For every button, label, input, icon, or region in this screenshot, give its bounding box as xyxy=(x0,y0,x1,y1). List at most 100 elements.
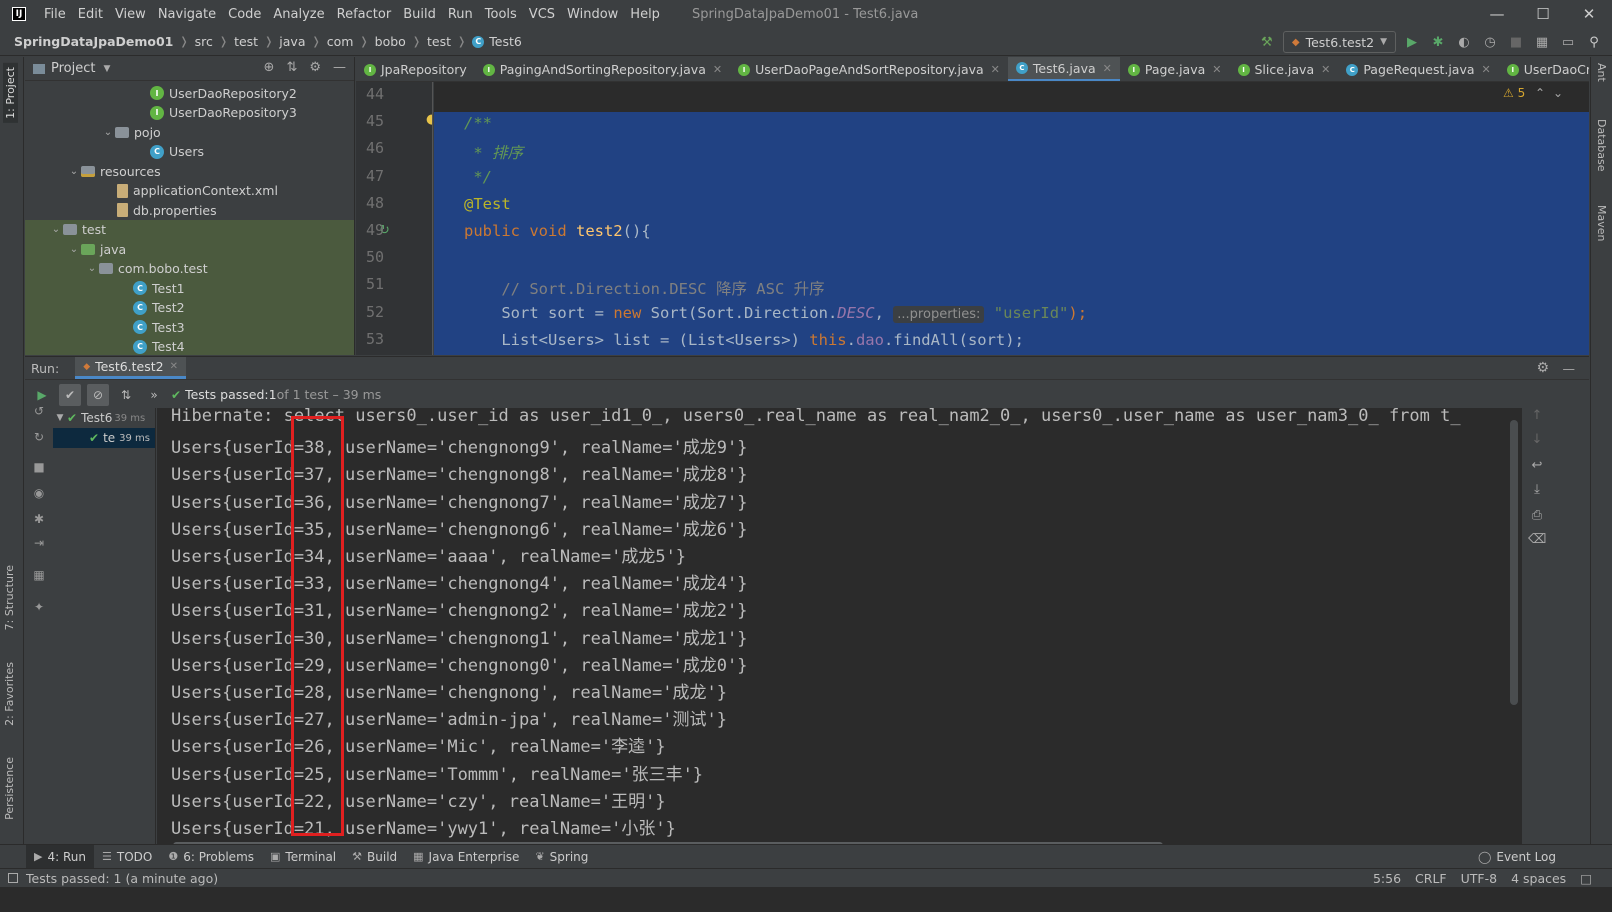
breadcrumb-item[interactable]: test xyxy=(427,34,451,49)
menu-file[interactable]: File xyxy=(38,7,72,22)
menu-refactor[interactable]: Refactor xyxy=(331,7,398,22)
status-layout-icon[interactable] xyxy=(8,873,18,883)
tab-ant[interactable]: Ant xyxy=(1595,63,1608,82)
project-structure-icon[interactable]: ▦ xyxy=(1532,32,1552,52)
show-ignored-icon[interactable]: ⊘ xyxy=(87,383,109,406)
pin-icon[interactable]: ✦ xyxy=(31,600,47,616)
tree-item[interactable]: ⌄ java xyxy=(25,239,354,259)
tree-item[interactable]: ⌄ resources xyxy=(25,161,354,181)
locate-icon[interactable]: ⊕ xyxy=(264,60,275,75)
chevron-down-icon[interactable]: ⌄ xyxy=(1553,86,1563,100)
maximize-icon[interactable]: ☐ xyxy=(1520,0,1566,28)
editor-tab[interactable]: I JpaRepository xyxy=(356,57,475,81)
code-editor[interactable]: ⚠ 5 ⌃ ⌄ /** * 排序 */ @Test public void te… xyxy=(434,82,1589,355)
menu-build[interactable]: Build xyxy=(397,7,442,22)
tree-item[interactable]: I UserDaoRepository3 xyxy=(25,103,354,123)
hide-icon[interactable]: — xyxy=(333,60,346,75)
editor-tab[interactable]: C PageRequest.java ✕ xyxy=(1338,57,1498,81)
file-encoding[interactable]: UTF-8 xyxy=(1461,871,1497,886)
chevron-down-icon[interactable]: ⌄ xyxy=(101,127,115,138)
tree-item[interactable]: C Users xyxy=(25,142,354,162)
tree-item[interactable]: applicationContext.xml xyxy=(25,181,354,201)
tree-item[interactable]: C Test2 xyxy=(25,297,354,318)
tool-window-spring[interactable]: ❦ Spring xyxy=(527,845,596,869)
chevron-down-icon[interactable]: ▼ xyxy=(53,413,67,423)
close-icon[interactable]: ✕ xyxy=(1103,62,1112,75)
indent-setting[interactable]: 4 spaces xyxy=(1511,871,1566,886)
chevron-down-icon[interactable]: ⌄ xyxy=(49,224,63,235)
menu-help[interactable]: Help xyxy=(624,7,666,22)
close-icon[interactable]: ✕ xyxy=(1212,63,1221,76)
print-icon[interactable]: ⎙ xyxy=(1528,508,1546,526)
tree-item[interactable]: ⌄ pojo xyxy=(25,122,354,142)
camera-icon[interactable]: ◉ xyxy=(31,486,47,502)
caret-position[interactable]: 5:56 xyxy=(1373,871,1401,886)
exit-icon[interactable]: ⇥ xyxy=(31,536,47,552)
editor-tab[interactable]: I PagingAndSortingRepository.java ✕ xyxy=(475,57,730,81)
breadcrumb-item[interactable]: test xyxy=(234,34,258,49)
chevron-down-icon[interactable]: ▼ xyxy=(103,64,110,74)
tab-project[interactable]: 1: Project xyxy=(3,63,18,123)
console-vertical-scrollbar[interactable] xyxy=(1510,420,1518,705)
bulb-icon[interactable]: ● xyxy=(426,112,432,127)
debug-icon[interactable]: ✱ xyxy=(31,512,47,528)
tree-item[interactable]: C Test3 xyxy=(25,317,354,337)
breadcrumb-item[interactable]: Test6 xyxy=(489,34,522,49)
soft-wrap-icon[interactable]: ↩ xyxy=(1528,458,1546,476)
warning-indicator[interactable]: ⚠ 5 ⌃ ⌄ xyxy=(1503,86,1563,100)
sort-icon[interactable]: ⇅ xyxy=(115,384,137,406)
search-icon[interactable]: ⚲ xyxy=(1584,32,1604,52)
tool-window-problems[interactable]: ❶ 6: Problems xyxy=(160,845,262,869)
tool-window-java-enterprise[interactable]: ▦ Java Enterprise xyxy=(405,845,527,869)
editor-tab[interactable]: I Page.java ✕ xyxy=(1120,57,1230,81)
stop-icon[interactable]: ■ xyxy=(1506,32,1526,52)
test-class-row[interactable]: ▼ ✔ Test6 39 ms xyxy=(53,408,155,428)
menu-tools[interactable]: Tools xyxy=(479,7,523,22)
run-tab[interactable]: ◆ Test6.test2 ✕ xyxy=(75,357,186,379)
stop-icon[interactable]: ■ xyxy=(31,460,47,476)
event-log-button[interactable]: ◯ Event Log xyxy=(1478,845,1556,869)
editor-tab[interactable]: I UserDaoCru xyxy=(1499,57,1589,81)
menu-run[interactable]: Run xyxy=(442,7,479,22)
tool-window-todo[interactable]: ☰ TODO xyxy=(94,845,160,869)
breadcrumb-item[interactable]: bobo xyxy=(375,34,406,49)
chevron-down-icon[interactable]: ⌄ xyxy=(67,166,81,177)
menu-window[interactable]: Window xyxy=(561,7,624,22)
close-icon[interactable]: ✕ xyxy=(1482,63,1491,76)
arrow-down-icon[interactable]: ↓ xyxy=(1528,432,1546,450)
build-hammer-icon[interactable]: ⚒ xyxy=(1257,32,1277,52)
breadcrumb-item[interactable]: SpringDataJpaDemo01 xyxy=(14,34,173,49)
breadcrumb-item[interactable]: com xyxy=(327,34,354,49)
console-output[interactable]: Hibernate: select users0_.user_id as use… xyxy=(157,408,1522,838)
menu-view[interactable]: View xyxy=(109,7,152,22)
tree-item[interactable]: ⌄ com.bobo.test xyxy=(25,258,354,279)
debug-icon[interactable]: ✱ xyxy=(1428,32,1448,52)
tree-item[interactable]: ⌄ test xyxy=(25,219,354,240)
breadcrumb-item[interactable]: java xyxy=(279,34,305,49)
rerun-failed-icon[interactable]: ↺ xyxy=(31,404,47,420)
tool-window-build[interactable]: ⚒ Build xyxy=(344,845,405,869)
trash-icon[interactable]: ⌫ xyxy=(1528,532,1546,550)
tree-item[interactable]: C Test1 xyxy=(25,278,354,298)
editor-tab[interactable]: C Test6.java ✕ xyxy=(1007,57,1120,81)
tab-database[interactable]: Database xyxy=(1595,119,1608,172)
close-icon[interactable]: ✕ xyxy=(991,63,1000,76)
tab-maven[interactable]: Maven xyxy=(1595,205,1608,241)
menu-edit[interactable]: Edit xyxy=(72,7,109,22)
rerun-icon[interactable]: ▶ xyxy=(31,384,53,406)
minimize-icon[interactable]: — xyxy=(1474,0,1520,28)
tree-item[interactable]: db.properties xyxy=(25,200,354,220)
gear-icon[interactable]: ⚙ xyxy=(1536,360,1549,376)
coverage-icon[interactable]: ◐ xyxy=(1454,32,1474,52)
chevron-down-icon[interactable]: ⌄ xyxy=(85,263,99,274)
hide-icon[interactable]: — xyxy=(1563,361,1576,376)
menu-navigate[interactable]: Navigate xyxy=(152,7,222,22)
profile-icon[interactable]: ◷ xyxy=(1480,32,1500,52)
tool-window-run[interactable]: ▶ 4: Run xyxy=(26,844,94,869)
line-separator[interactable]: CRLF xyxy=(1415,871,1447,886)
close-icon[interactable]: ✕ xyxy=(1566,0,1612,28)
tree-item[interactable]: I UserDaoRepository2 xyxy=(25,83,354,103)
toggle-auto-test-icon[interactable]: ↻ xyxy=(31,430,47,446)
tab-structure[interactable]: 7: Structure xyxy=(3,565,16,630)
project-pane-title[interactable]: Project xyxy=(51,61,95,76)
